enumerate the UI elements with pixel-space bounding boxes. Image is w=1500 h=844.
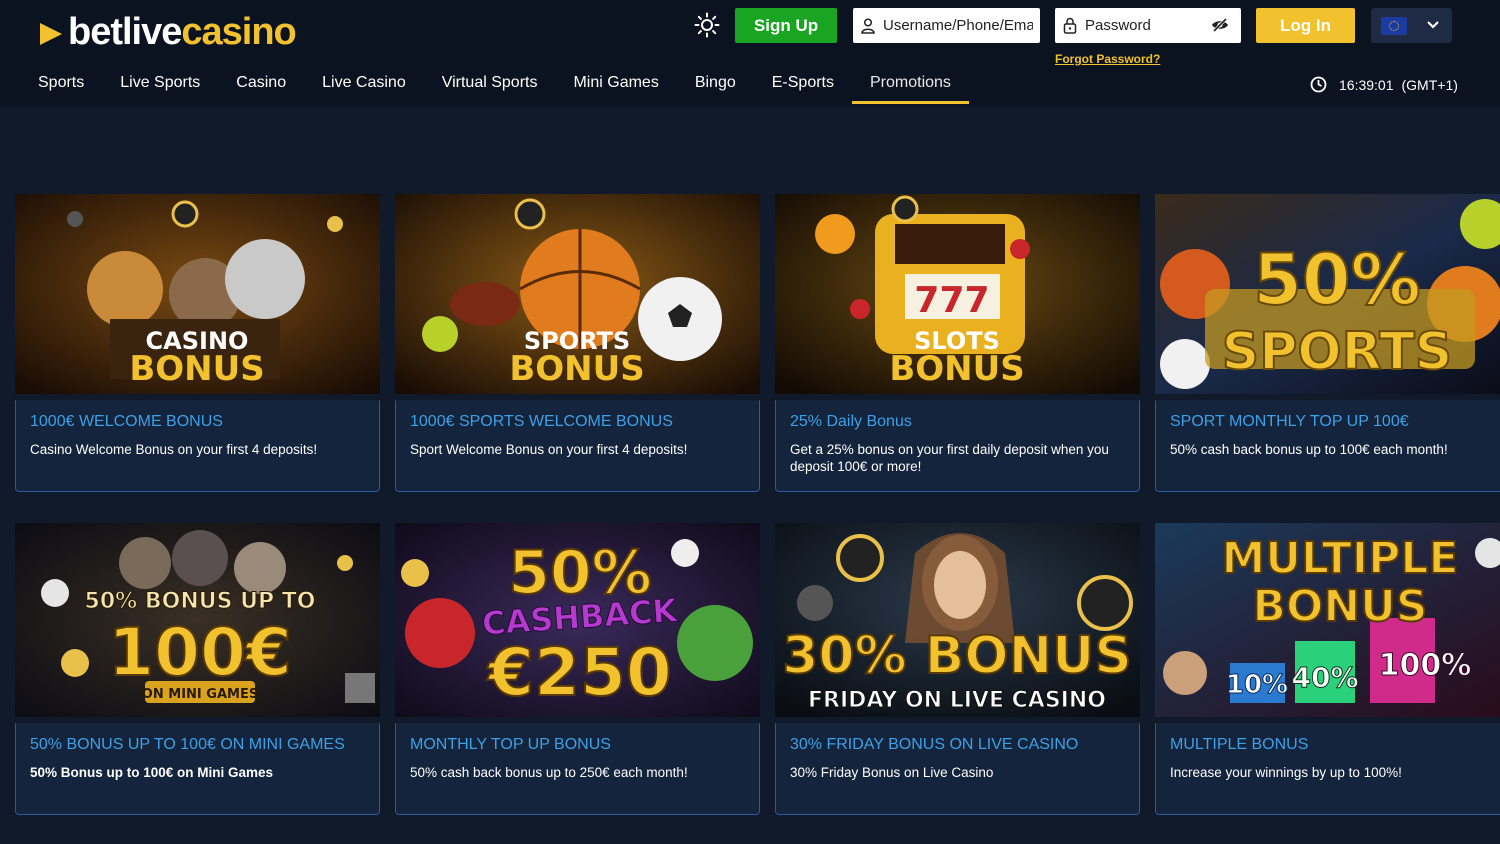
promo-banner-multiple: MULTIPLE BONUS 10% 40% 100% (1155, 523, 1500, 717)
banner-line1: 50% (1253, 239, 1421, 321)
nav-item-e-sports[interactable]: E-Sports (754, 62, 852, 104)
promo-title: 30% FRIDAY BONUS ON LIVE CASINO (790, 736, 1079, 753)
language-selector[interactable] (1371, 8, 1452, 43)
promo-card[interactable]: 50% CASHBACK €250 MONTHLY TOP UP BONUS 5… (395, 523, 760, 815)
promo-info: 25% Daily Bonus Get a 25% bonus on your … (775, 400, 1140, 492)
promo-banner-casino: CASINO BONUS (15, 194, 380, 394)
nav-item-live-sports[interactable]: Live Sports (102, 62, 218, 104)
promo-info: MONTHLY TOP UP BONUS 50% cash back bonus… (395, 723, 760, 815)
promo-title: SPORT MONTHLY TOP UP 100€ (1170, 413, 1409, 430)
promo-card[interactable]: 777 SLOTS BONUS 25% Daily Bonus Get a 25… (775, 194, 1140, 492)
signup-button[interactable]: Sign Up (735, 8, 837, 43)
play-icon (40, 23, 62, 45)
promo-title: MONTHLY TOP UP BONUS (410, 736, 611, 753)
promo-info: 50% BONUS UP TO 100€ ON MINI GAMES 50% B… (15, 723, 380, 815)
promo-desc: Get a 25% bonus on your first daily depo… (790, 442, 1109, 474)
promo-banner-cashback: 50% CASHBACK €250 (395, 523, 760, 717)
theme-toggle-button[interactable] (692, 10, 722, 40)
logo-text-casino: casino (181, 10, 296, 53)
promo-title: 25% Daily Bonus (790, 413, 912, 430)
promo-title: MULTIPLE BONUS (1170, 736, 1309, 753)
nav-item-virtual-sports[interactable]: Virtual Sports (424, 62, 556, 104)
banner-line3: €250 (486, 634, 672, 711)
promo-card[interactable]: 30% BONUS FRIDAY ON LIVE CASINO 30% FRID… (775, 523, 1140, 815)
lock-icon (1063, 17, 1077, 34)
banner-line2: SPORTS (1222, 322, 1452, 382)
promo-card[interactable]: MULTIPLE BONUS 10% 40% 100% MULTIPLE BON… (1155, 523, 1500, 815)
username-input[interactable] (883, 17, 1033, 34)
nav-item-sports[interactable]: Sports (20, 62, 102, 104)
promo-desc: 30% Friday Bonus on Live Casino (790, 765, 994, 780)
promo-info: 1000€ SPORTS WELCOME BONUS Sport Welcome… (395, 400, 760, 492)
promo-desc: 50% cash back bonus up to 250€ each mont… (410, 765, 688, 780)
promo-desc: Sport Welcome Bonus on your first 4 depo… (410, 442, 688, 457)
promo-banner-mini-games: 50% BONUS UP TO 100€ ON MINI GAMES (15, 523, 380, 717)
promo-banner-sports: SPORTS BONUS (395, 194, 760, 394)
banner-line1: 50% BONUS UP TO (85, 589, 316, 614)
promo-desc: Casino Welcome Bonus on your first 4 dep… (30, 442, 318, 457)
promo-card[interactable]: 50% BONUS UP TO 100€ ON MINI GAMES 50% B… (15, 523, 380, 815)
forgot-password-link[interactable]: Forgot Password? (1055, 52, 1160, 66)
promo-info: MULTIPLE BONUS Increase your winnings by… (1155, 723, 1500, 815)
banner-line1: 30% BONUS (782, 626, 1132, 686)
username-field[interactable] (853, 8, 1040, 43)
login-button[interactable]: Log In (1256, 8, 1355, 43)
eu-flag-icon (1381, 16, 1407, 35)
slot-reel-text: 777 (914, 280, 989, 321)
promo-info: SPORT MONTHLY TOP UP 100€ 50% cash back … (1155, 400, 1500, 492)
site-logo[interactable]: betlive casino (40, 10, 297, 53)
promo-card[interactable]: 50% SPORTS SPORT MONTHLY TOP UP 100€ 50%… (1155, 194, 1500, 492)
promo-banner-sports-50: 50% SPORTS (1155, 194, 1500, 394)
banner-line4: 40% (1291, 661, 1358, 694)
banner-line2: BONUS (889, 349, 1024, 389)
promo-banner-live-casino: 30% BONUS FRIDAY ON LIVE CASINO (775, 523, 1140, 717)
banner-line2: BONUS (509, 349, 644, 389)
clock-icon (1310, 76, 1327, 93)
eye-slash-icon[interactable] (1211, 17, 1229, 38)
promo-card[interactable]: SPORTS BONUS 1000€ SPORTS WELCOME BONUS … (395, 194, 760, 492)
banner-line2: BONUS (129, 349, 264, 389)
nav-item-live-casino[interactable]: Live Casino (304, 62, 424, 104)
banner-line3: 10% (1226, 670, 1288, 700)
banner-line2: BONUS (1252, 581, 1427, 632)
promo-desc: Increase your winnings by up to 100%! (1170, 765, 1402, 780)
promo-title: 50% BONUS UP TO 100€ ON MINI GAMES (30, 736, 345, 753)
promo-desc: 50% cash back bonus up to 100€ each mont… (1170, 442, 1448, 457)
nav-item-casino[interactable]: Casino (218, 62, 304, 104)
banner-line5: 100% (1379, 648, 1472, 683)
nav-item-promotions[interactable]: Promotions (852, 62, 969, 104)
promo-title: 1000€ SPORTS WELCOME BONUS (410, 413, 673, 430)
nav-item-mini-games[interactable]: Mini Games (555, 62, 676, 104)
main-nav: Sports Live Sports Casino Live Casino Vi… (20, 62, 969, 106)
promo-info: 1000€ WELCOME BONUS Casino Welcome Bonus… (15, 400, 380, 492)
clock-timezone: (GMT+1) (1401, 76, 1458, 93)
clock: 16:39:01 (GMT+1) (1310, 76, 1458, 93)
site-header: betlive casino Sign Up Username/Phone/Em… (0, 0, 1500, 106)
clock-time: 16:39:01 (1339, 76, 1394, 93)
promo-title: 1000€ WELCOME BONUS (30, 413, 223, 430)
banner-line3: ON MINI GAMES (142, 687, 258, 702)
chevron-down-icon (1427, 21, 1439, 29)
banner-line2: 100€ (108, 614, 292, 691)
promo-card[interactable]: CASINO BONUS 1000€ WELCOME BONUS Casino … (15, 194, 380, 492)
logo-text-betlive: betlive (68, 10, 182, 53)
user-icon (861, 17, 875, 34)
password-field[interactable] (1055, 8, 1241, 43)
banner-line1: MULTIPLE (1222, 533, 1459, 584)
promo-desc: 50% Bonus up to 100€ on Mini Games (30, 765, 274, 780)
banner-line2: FRIDAY ON LIVE CASINO (808, 688, 1106, 713)
promo-banner-slots: 777 SLOTS BONUS (775, 194, 1140, 394)
sun-icon (694, 12, 720, 38)
nav-item-bingo[interactable]: Bingo (677, 62, 754, 104)
promo-info: 30% FRIDAY BONUS ON LIVE CASINO 30% Frid… (775, 723, 1140, 815)
